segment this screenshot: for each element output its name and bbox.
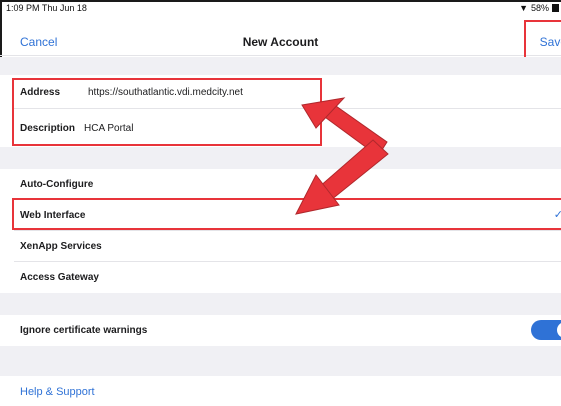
- annotation-arrows: [295, 97, 389, 215]
